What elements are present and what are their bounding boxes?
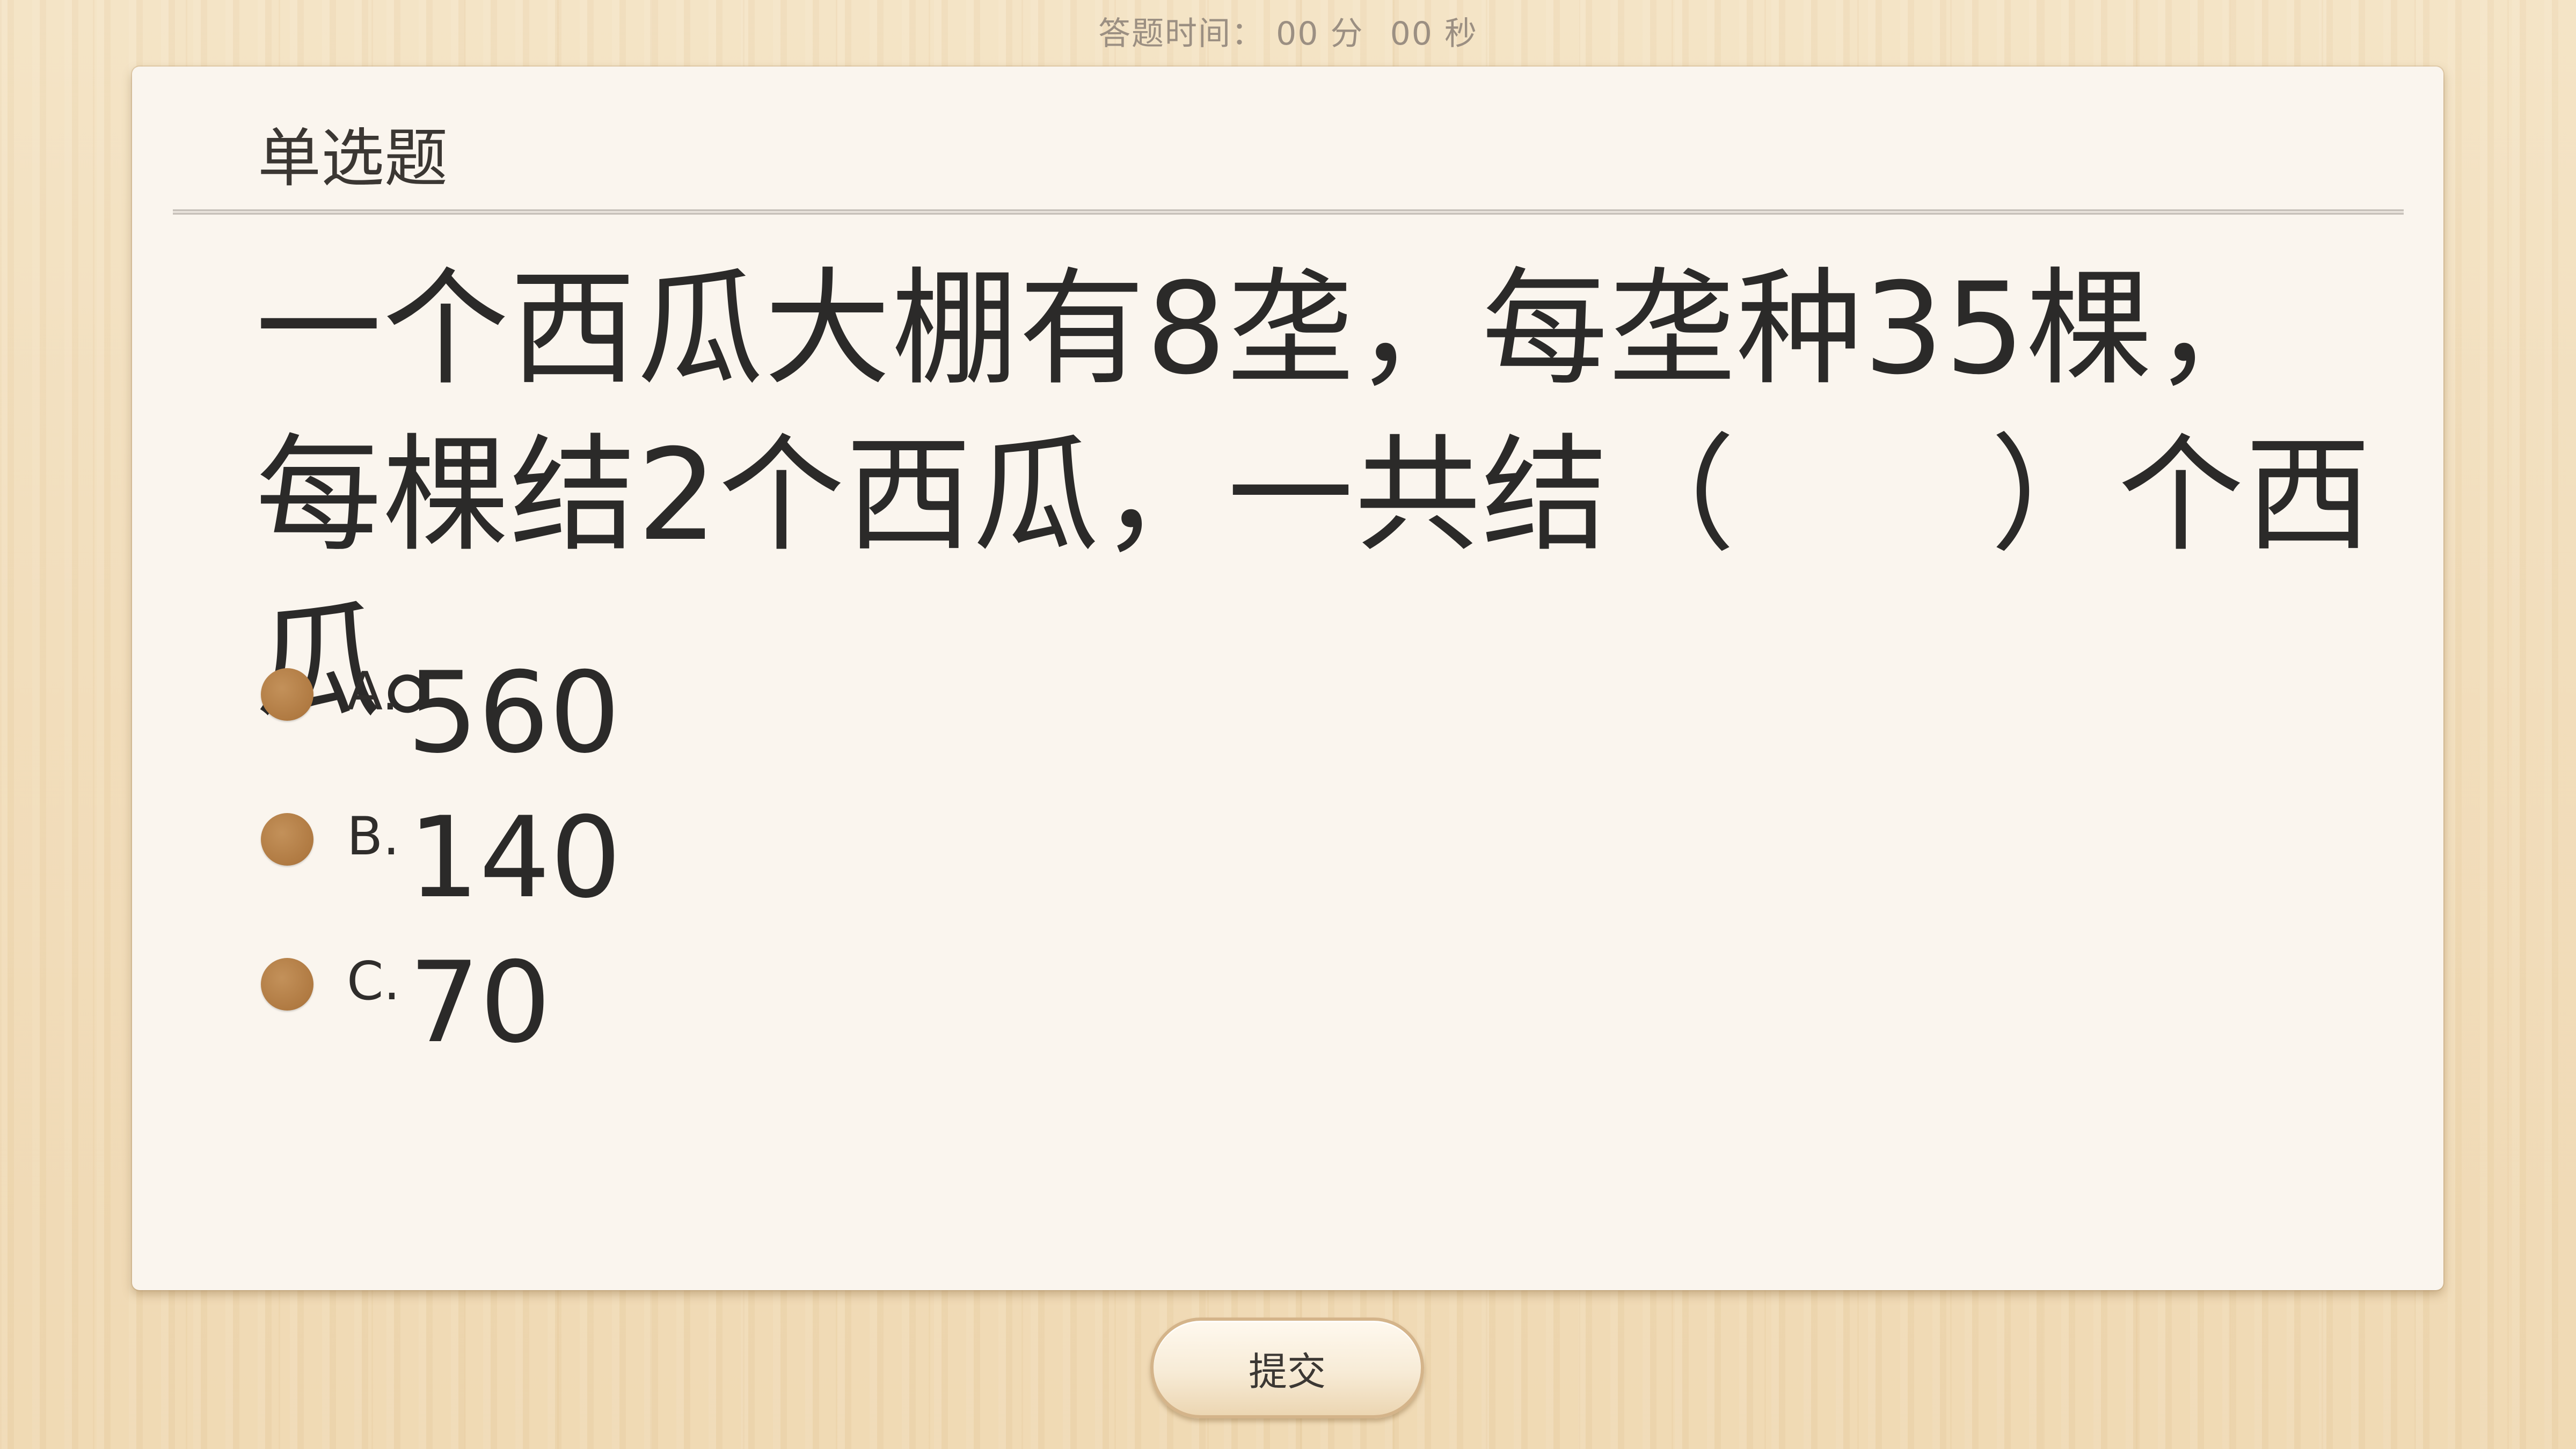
option-value[interactable]: 70 [409,938,551,1068]
option-letter: B. [347,806,400,867]
option-b[interactable]: B. 140 [261,793,621,923]
radio-dot-icon[interactable] [261,813,313,866]
submit-button[interactable]: 提交 [1150,1318,1424,1418]
option-a[interactable]: A. 560 [261,648,620,778]
option-value[interactable]: 560 [407,648,620,778]
answer-timer: 答题时间： 00 分 00 秒 [0,8,2576,54]
radio-dot-icon[interactable] [261,958,313,1011]
timer-minutes: 00 [1276,15,1319,53]
question-card: 单选题 一个西瓜大棚有8垄，每垄种35棵，每棵结2个西瓜，一共结（ ）个西瓜。 … [132,67,2443,1290]
timer-seconds-unit: 秒 [1444,15,1478,53]
header-divider [173,209,2404,215]
timer-minutes-unit: 分 [1330,15,1364,53]
timer-label: 答题时间： [1098,15,1265,53]
option-letter: A. [347,661,399,722]
option-value[interactable]: 140 [408,793,621,923]
radio-dot-icon[interactable] [261,668,313,721]
question-type-label: 单选题 [258,121,448,195]
timer-seconds: 00 [1390,15,1433,53]
option-letter: C. [347,951,400,1012]
option-c[interactable]: C. 70 [261,938,551,1068]
